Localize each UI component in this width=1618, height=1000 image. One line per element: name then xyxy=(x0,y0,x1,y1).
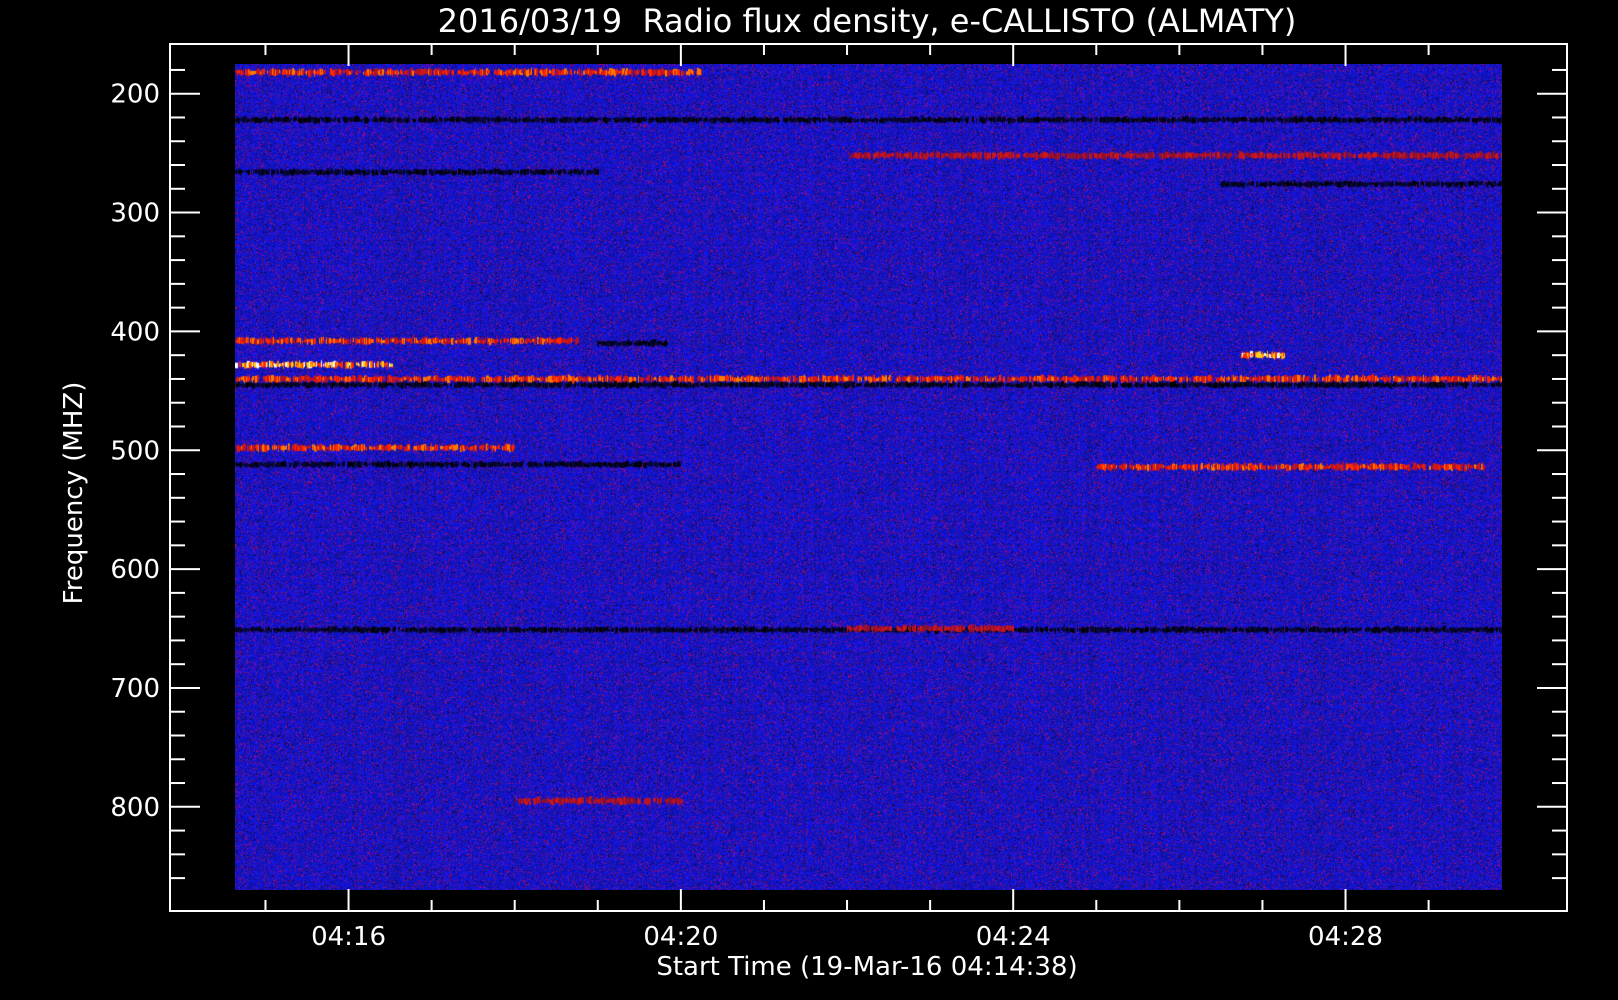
spectrogram-canvas xyxy=(235,64,1502,890)
x-tick-label: 04:24 xyxy=(976,922,1051,952)
y-axis-label: Frequency (MHZ) xyxy=(59,382,89,605)
y-tick-label: 800 xyxy=(110,793,160,823)
spectrogram-chart: 2016/03/19 Radio flux density, e-CALLIST… xyxy=(0,0,1618,1000)
y-tick-label: 500 xyxy=(110,436,160,466)
x-axis-label: Start Time (19-Mar-16 04:14:38) xyxy=(656,952,1077,982)
spectrogram-canvas-wrapper xyxy=(235,64,1502,890)
y-tick-label: 400 xyxy=(110,317,160,347)
x-tick-label: 04:20 xyxy=(643,922,718,952)
chart-title: 2016/03/19 Radio flux density, e-CALLIST… xyxy=(438,2,1297,40)
y-tick-label: 200 xyxy=(110,80,160,110)
y-tick-label: 600 xyxy=(110,555,160,585)
y-tick-label: 300 xyxy=(110,199,160,229)
y-tick-label: 700 xyxy=(110,674,160,704)
x-tick-label: 04:28 xyxy=(1308,922,1383,952)
x-tick-label: 04:16 xyxy=(311,922,386,952)
spectrogram-heatmap xyxy=(235,64,1502,890)
